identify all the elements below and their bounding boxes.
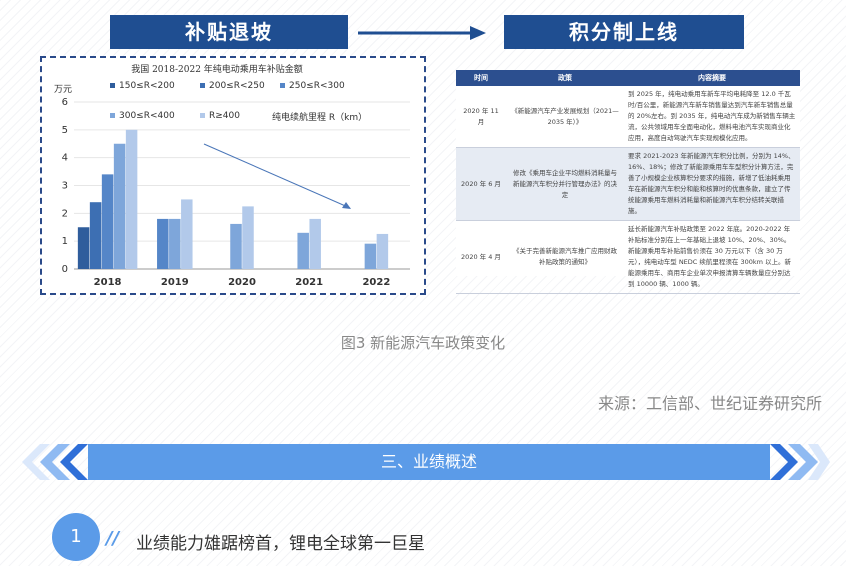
bar-2018-series-4 bbox=[113, 143, 126, 269]
subsection-headline: 业绩能力雄踞榜首，锂电全球第一巨星 bbox=[136, 534, 425, 554]
col-header-summary: 内容摘要 bbox=[624, 70, 800, 86]
chevron-right-decor-icon bbox=[770, 444, 830, 480]
x-tick-label: 2019 bbox=[161, 277, 189, 288]
legend-label: R≥400 bbox=[209, 111, 240, 121]
x-tick-label: 2021 bbox=[295, 277, 323, 288]
chevron-left-decor-icon bbox=[22, 444, 88, 480]
bar-2018-series-1 bbox=[77, 227, 90, 269]
col-header-policy: 政策 bbox=[506, 70, 624, 86]
subsidy-chart-panel: 我国 2018-2022 年纯电动乘用车补贴金额 万元 纯电续航里程 R（km）… bbox=[40, 56, 426, 295]
policy-table: 时间 政策 内容摘要 2020 年 11 月 《新能源汽车产业发展规划（2021… bbox=[456, 70, 800, 294]
bar-2018-series-2 bbox=[89, 202, 102, 269]
bar-2020-series-5 bbox=[242, 206, 254, 269]
figure-caption: 图3 新能源汽车政策变化 bbox=[340, 334, 506, 352]
table-row: 2020 年 11 月 《新能源汽车产业发展规划（2021—2035 年）》 到… bbox=[456, 86, 800, 148]
bar-2022-series-5 bbox=[376, 233, 389, 269]
row-summary: 要求 2021-2023 年新能源汽车积分比例，分别为 14%、16%、18%；… bbox=[624, 147, 800, 221]
slashes-decor: // bbox=[106, 528, 120, 549]
y-tick-label: 2 bbox=[62, 208, 68, 219]
legend-label: 300≤R<400 bbox=[119, 111, 175, 121]
table-row: 2020 年 4 月 《关于完善新能源汽车推广应用财政补贴政策的通知》 延长新能… bbox=[456, 220, 800, 294]
col-header-time: 时间 bbox=[456, 70, 506, 86]
y-tick-label: 3 bbox=[62, 181, 68, 192]
row-summary: 到 2025 年，纯电动乘用车新车平均电耗降至 12.0 千瓦时/百公里，新能源… bbox=[624, 86, 800, 148]
y-axis-unit: 万元 bbox=[54, 85, 72, 95]
legend-swatch bbox=[110, 83, 115, 88]
bar-2018-series-3 bbox=[101, 174, 114, 269]
chart-title: 我国 2018-2022 年纯电动乘用车补贴金额 bbox=[131, 63, 303, 75]
row-time: 2020 年 11 月 bbox=[456, 86, 506, 148]
bar-2019-series-3 bbox=[157, 218, 169, 269]
row-summary: 延长新能源汽车补贴政策至 2022 年底。2020-2022 年补贴标准分别在上… bbox=[624, 220, 800, 294]
arrow-right-icon bbox=[358, 26, 486, 40]
left-banner: 补贴退坡 bbox=[110, 15, 348, 49]
section-title-bar: 三、业绩概述 bbox=[88, 444, 770, 480]
legend-swatch bbox=[200, 83, 205, 88]
row-policy: 《关于完善新能源汽车推广应用财政补贴政策的通知》 bbox=[506, 220, 624, 294]
subsidy-bar-chart: 我国 2018-2022 年纯电动乘用车补贴金额 万元 纯电续航里程 R（km）… bbox=[54, 63, 410, 288]
legend-label: 200≤R<250 bbox=[209, 81, 265, 91]
bar-2021-series-4 bbox=[297, 232, 309, 269]
legend-swatch bbox=[200, 113, 205, 118]
row-policy: 修改《乘用车企业平均燃料消耗量与新能源汽车积分并行管理办法》的决定 bbox=[506, 147, 624, 221]
bar-2019-series-5 bbox=[181, 199, 193, 269]
bar-2022-series-4 bbox=[364, 243, 377, 269]
row-time: 2020 年 6 月 bbox=[456, 147, 506, 221]
policy-table-panel: 时间 政策 内容摘要 2020 年 11 月 《新能源汽车产业发展规划（2021… bbox=[456, 70, 800, 294]
legend-label: 250≤R<300 bbox=[289, 81, 345, 91]
x-tick-label: 2022 bbox=[362, 277, 390, 288]
bar-2021-series-5 bbox=[309, 218, 321, 269]
source-note: 来源：工信部、世纪证券研究所 bbox=[597, 394, 822, 413]
y-tick-label: 0 bbox=[62, 264, 68, 275]
y-tick-label: 1 bbox=[62, 236, 68, 247]
table-row: 2020 年 6 月 修改《乘用车企业平均燃料消耗量与新能源汽车积分并行管理办法… bbox=[456, 147, 800, 221]
row-policy: 《新能源汽车产业发展规划（2021—2035 年）》 bbox=[506, 86, 624, 148]
bar-2020-series-4 bbox=[230, 223, 242, 269]
legend-swatch bbox=[280, 83, 285, 88]
legend-swatch bbox=[110, 113, 115, 118]
x-tick-label: 2020 bbox=[228, 277, 256, 288]
subsection-number: 1 bbox=[52, 513, 100, 561]
x-tick-label: 2018 bbox=[94, 277, 122, 288]
bar-2018-series-5 bbox=[125, 129, 138, 269]
trend-arrow-line bbox=[203, 143, 351, 209]
y-tick-label: 6 bbox=[62, 97, 68, 108]
y-tick-label: 5 bbox=[62, 125, 68, 136]
legend-label: 150≤R<200 bbox=[119, 81, 175, 91]
y-tick-label: 4 bbox=[62, 153, 68, 164]
range-label: 纯电续航里程 R（km） bbox=[272, 111, 367, 123]
row-time: 2020 年 4 月 bbox=[456, 220, 506, 294]
right-banner: 积分制上线 bbox=[504, 15, 744, 49]
bar-2019-series-4 bbox=[169, 218, 181, 269]
